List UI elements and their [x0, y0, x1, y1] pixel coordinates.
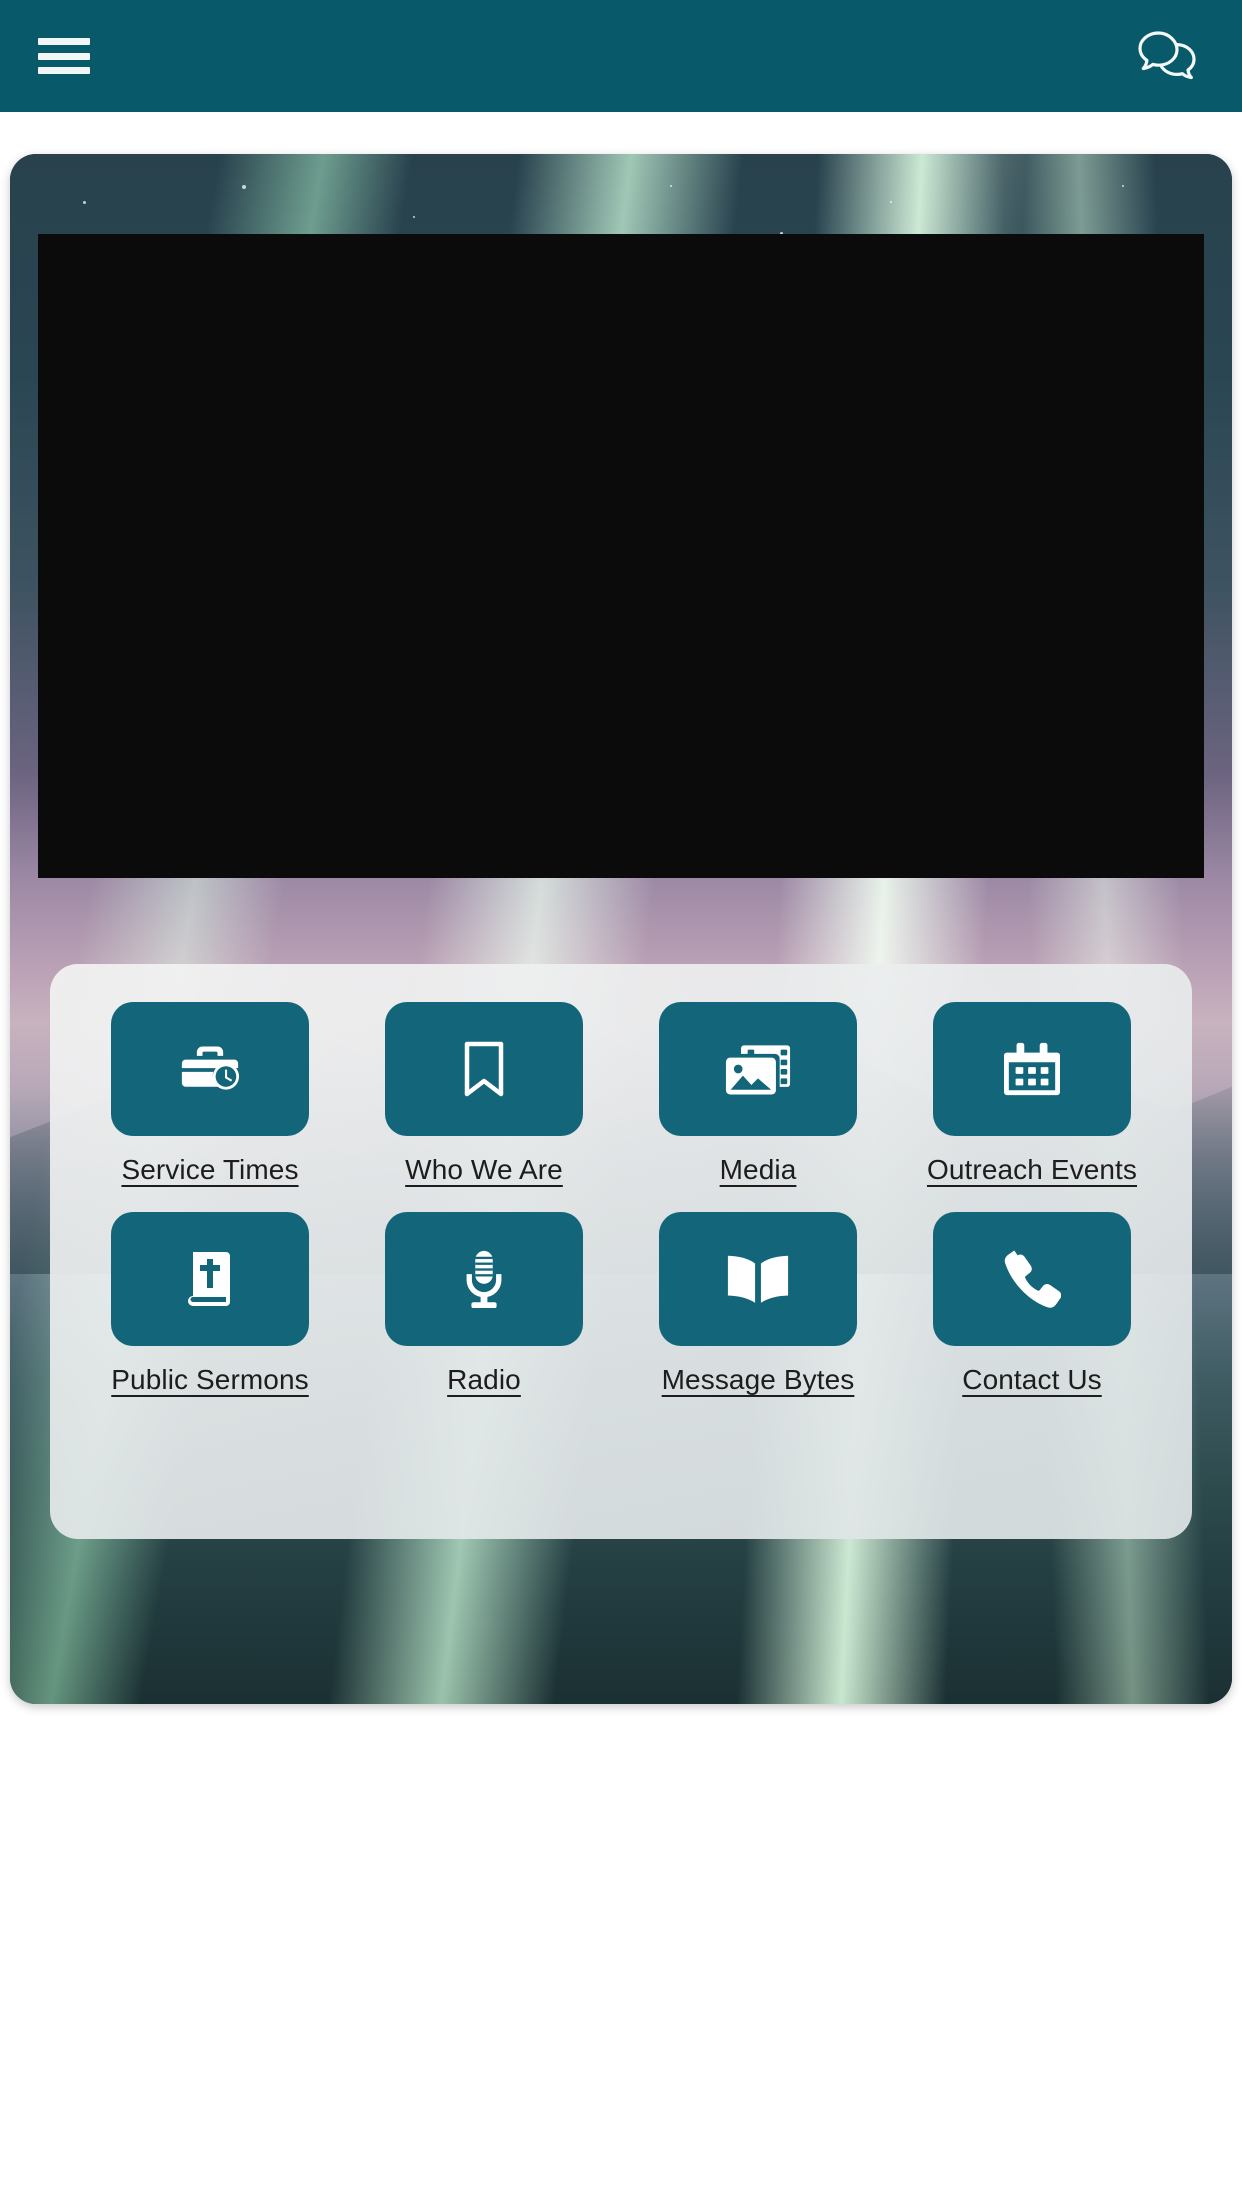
bible-icon — [188, 1252, 230, 1306]
public-sermons-button[interactable] — [111, 1212, 309, 1346]
who-we-are-button[interactable] — [385, 1002, 583, 1136]
quick-links-grid: Service Times Who We Are Media Outreach … — [80, 1002, 1162, 1394]
contact-us-button[interactable] — [933, 1212, 1131, 1346]
tile-label: Public Sermons — [111, 1364, 309, 1395]
open-book-icon — [727, 1255, 789, 1303]
tile-label: Media — [719, 1154, 797, 1185]
tile-message-bytes[interactable]: Message Bytes — [628, 1212, 888, 1394]
tile-label: Radio — [447, 1364, 521, 1395]
tile-media[interactable]: Media — [628, 1002, 888, 1184]
tile-label: Who We Are — [405, 1154, 563, 1185]
tile-public-sermons[interactable]: Public Sermons — [80, 1212, 340, 1394]
hamburger-bar — [38, 38, 90, 45]
tile-who-we-are[interactable]: Who We Are — [354, 1002, 614, 1184]
quick-links-card: Service Times Who We Are Media Outreach … — [50, 964, 1192, 1539]
phone-icon — [1004, 1250, 1061, 1308]
tile-label: Service Times — [121, 1154, 299, 1185]
hero-section: Service Times Who We Are Media Outreach … — [10, 154, 1232, 1704]
calendar-icon — [1004, 1042, 1060, 1096]
service-times-button[interactable] — [111, 1002, 309, 1136]
chat-bubbles-icon[interactable] — [1134, 23, 1200, 89]
hamburger-menu-icon[interactable] — [38, 36, 90, 76]
message-bytes-button[interactable] — [659, 1212, 857, 1346]
bookmark-icon — [464, 1041, 504, 1097]
tile-contact-us[interactable]: Contact Us — [902, 1212, 1162, 1394]
briefcase-clock-icon — [181, 1046, 240, 1090]
hamburger-bar — [38, 52, 90, 60]
microphone-icon — [466, 1250, 502, 1309]
media-button[interactable] — [659, 1002, 857, 1136]
hamburger-bar — [38, 67, 90, 74]
tile-label: Message Bytes — [661, 1364, 855, 1395]
app-bar — [0, 0, 1242, 112]
outreach-events-button[interactable] — [933, 1002, 1131, 1136]
tile-label: Outreach Events — [926, 1154, 1138, 1185]
video-player[interactable] — [38, 234, 1204, 878]
app-root: Service Times Who We Are Media Outreach … — [0, 0, 1242, 2208]
tile-label: Contact Us — [962, 1364, 1102, 1395]
tile-service-times[interactable]: Service Times — [80, 1002, 340, 1184]
radio-button[interactable] — [385, 1212, 583, 1346]
tile-outreach-events[interactable]: Outreach Events — [902, 1002, 1162, 1184]
tile-radio[interactable]: Radio — [354, 1212, 614, 1394]
photo-film-icon — [725, 1045, 791, 1095]
